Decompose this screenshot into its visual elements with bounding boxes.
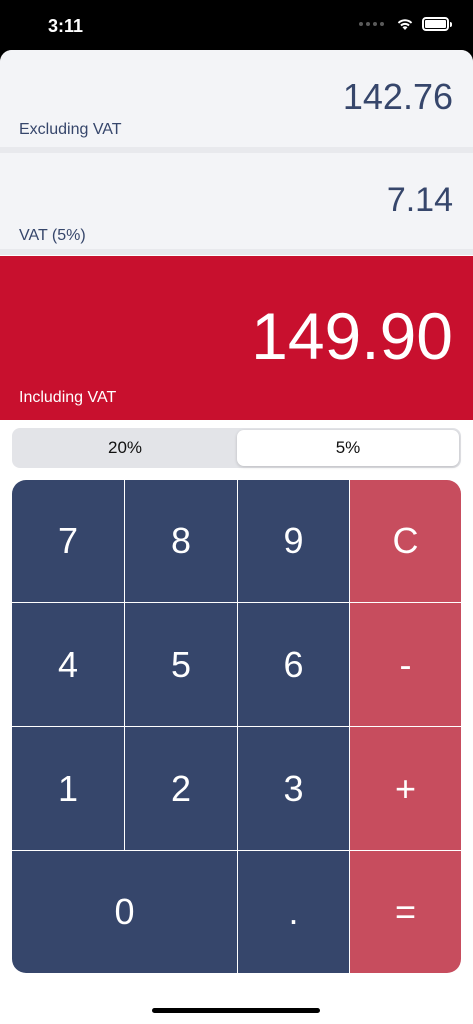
calculator-sheet: 142.76 Excluding VAT 7.14 VAT (5%) 149.9…: [0, 50, 473, 1024]
including-vat-value: 149.90: [251, 299, 453, 373]
clear-button[interactable]: C: [350, 480, 461, 602]
signal-icon: [359, 22, 384, 26]
key-1[interactable]: 1: [12, 727, 124, 850]
key-8[interactable]: 8: [125, 480, 237, 602]
keypad: 7 8 9 C 4 5 6 - 1 2 3 + 0 . =: [12, 480, 461, 973]
status-bar: 3:11: [0, 0, 473, 50]
decimal-button[interactable]: .: [238, 851, 349, 973]
wifi-icon: [397, 19, 413, 30]
key-7[interactable]: 7: [12, 480, 124, 602]
vat-value: 7.14: [386, 181, 453, 219]
divider: [0, 249, 473, 255]
key-6[interactable]: 6: [238, 603, 349, 726]
excluding-vat-value: 142.76: [342, 76, 453, 117]
minus-button[interactable]: -: [350, 603, 461, 726]
key-2[interactable]: 2: [125, 727, 237, 850]
excluding-vat-label: Excluding VAT: [19, 121, 122, 138]
key-5[interactable]: 5: [125, 603, 237, 726]
plus-button[interactable]: +: [350, 727, 461, 850]
including-vat-panel: 149.90 Including VAT: [0, 256, 473, 420]
status-time: 3:11: [48, 16, 84, 36]
rate-option-5[interactable]: 5%: [237, 430, 459, 466]
home-indicator: [152, 1008, 320, 1013]
equals-button[interactable]: =: [350, 851, 461, 973]
including-vat-label: Including VAT: [19, 389, 117, 406]
rate-option-20[interactable]: 20%: [14, 430, 236, 466]
vat-label: VAT (5%): [19, 227, 86, 244]
key-0[interactable]: 0: [12, 851, 237, 973]
key-3[interactable]: 3: [238, 727, 349, 850]
key-4[interactable]: 4: [12, 603, 124, 726]
battery-icon: [422, 17, 452, 31]
key-9[interactable]: 9: [238, 480, 349, 602]
vat-rate-selector: 20% 5%: [12, 428, 461, 468]
excluding-vat-panel: 142.76 Excluding VAT: [0, 50, 473, 147]
vat-panel: 7.14 VAT (5%): [0, 153, 473, 249]
status-icons: [359, 17, 452, 31]
